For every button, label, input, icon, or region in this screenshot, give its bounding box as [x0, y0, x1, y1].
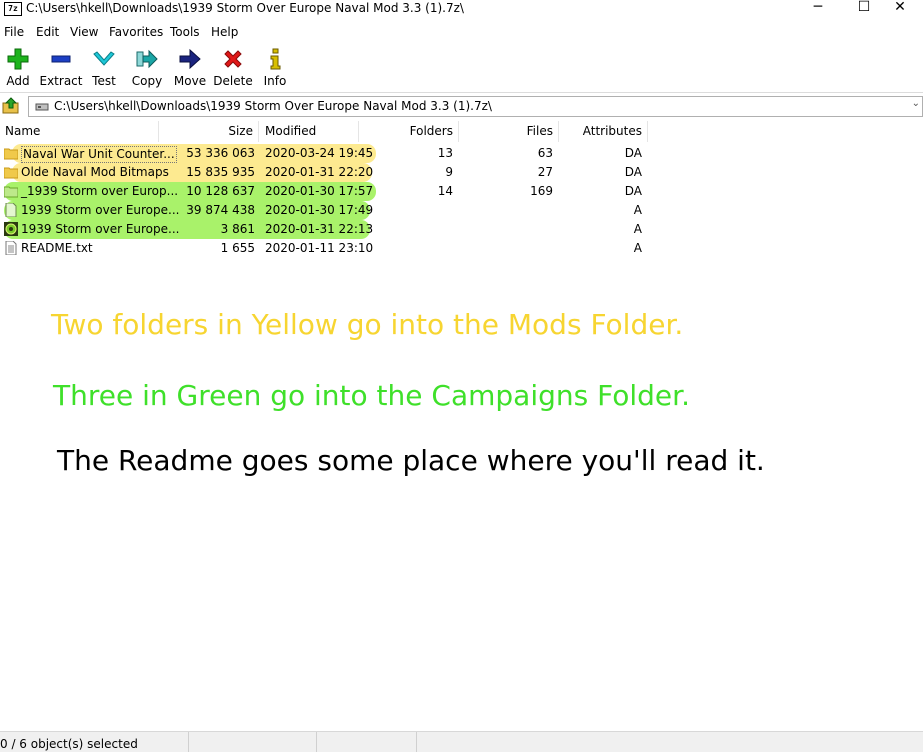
row-attributes: A	[633, 203, 642, 217]
row-files: 169	[530, 184, 553, 198]
readme-note: The Readme goes some place where you'll …	[57, 444, 765, 477]
row-folders: 9	[445, 165, 453, 179]
row-modified: 2020-03-24 19:45	[265, 146, 374, 160]
folder-icon	[4, 148, 18, 160]
scenario-icon	[4, 222, 18, 236]
copy-button[interactable]: Copy	[125, 46, 169, 90]
column-files[interactable]: Files	[459, 121, 559, 142]
plus-icon	[7, 48, 29, 70]
row-name: _1939 Storm over Europ...	[21, 184, 179, 198]
text-file-icon	[5, 241, 17, 255]
folder-icon	[4, 167, 18, 179]
table-row[interactable]: 1939 Storm over Europe... 3 861 2020-01-…	[0, 220, 660, 239]
row-files: 63	[537, 146, 553, 160]
row-attributes: DA	[624, 146, 642, 160]
column-name[interactable]: Name	[0, 121, 159, 142]
move-label: Move	[173, 74, 207, 88]
add-label: Add	[6, 74, 30, 88]
folder-icon	[4, 186, 18, 198]
archive-drive-icon	[35, 103, 49, 111]
menu-help[interactable]: Help	[211, 25, 238, 39]
move-button[interactable]: Move	[168, 46, 212, 90]
check-icon	[93, 51, 115, 66]
close-button[interactable]: ✕	[877, 0, 923, 22]
menu-tools[interactable]: Tools	[170, 25, 200, 39]
row-modified: 2020-01-31 22:20	[265, 165, 374, 179]
row-modified: 2020-01-30 17:57	[265, 184, 374, 198]
row-attributes: A	[633, 222, 642, 236]
minus-icon	[51, 55, 71, 63]
row-attributes: A	[633, 241, 642, 255]
row-size: 1 655	[220, 241, 255, 255]
row-size: 39 874 438	[186, 203, 255, 217]
list-header: Name Size Modified Folders Files Attribu…	[0, 121, 923, 142]
row-files: 27	[537, 165, 553, 179]
file-icon	[5, 203, 17, 217]
table-row[interactable]: Olde Naval Mod Bitmaps 15 835 935 2020-0…	[0, 163, 660, 182]
row-name: Naval War Unit Counter...	[21, 146, 177, 163]
info-icon	[270, 48, 281, 70]
menu-file[interactable]: File	[4, 25, 24, 39]
address-row: C:\Users\hkell\Downloads\1939 Storm Over…	[0, 94, 923, 118]
table-row[interactable]: Naval War Unit Counter... 53 336 063 202…	[0, 144, 660, 163]
menu-edit[interactable]: Edit	[36, 25, 59, 39]
status-selection-text: 0 / 6 object(s) selected	[0, 737, 138, 751]
menu-view[interactable]: View	[70, 25, 98, 39]
row-folders: 13	[437, 146, 453, 160]
status-bar: 0 / 6 object(s) selected	[0, 731, 923, 752]
delete-button[interactable]: Delete	[211, 46, 255, 90]
row-modified: 2020-01-30 17:49	[265, 203, 374, 217]
minimize-button[interactable]: ─	[795, 0, 841, 22]
row-name: 1939 Storm over Europe...	[21, 203, 180, 217]
info-label: Info	[263, 74, 287, 88]
row-attributes: DA	[624, 165, 642, 179]
row-size: 3 861	[220, 222, 255, 236]
window-title: C:\Users\hkell\Downloads\1939 Storm Over…	[26, 1, 464, 15]
toolbar: Add Extract Test Copy Move Delete Info	[0, 42, 923, 93]
column-modified[interactable]: Modified	[259, 121, 359, 142]
row-modified: 2020-01-11 23:10	[265, 241, 374, 255]
yellow-note: Two folders in Yellow go into the Mods F…	[51, 308, 684, 341]
column-attributes[interactable]: Attributes	[559, 121, 648, 142]
green-note: Three in Green go into the Campaigns Fol…	[53, 379, 690, 412]
title-bar: 7z C:\Users\hkell\Downloads\1939 Storm O…	[0, 0, 923, 22]
row-attributes: DA	[624, 184, 642, 198]
copy-label: Copy	[131, 74, 163, 88]
row-size: 10 128 637	[186, 184, 255, 198]
row-size: 53 336 063	[186, 146, 255, 160]
address-path: C:\Users\hkell\Downloads\1939 Storm Over…	[54, 99, 492, 113]
column-folders[interactable]: Folders	[359, 121, 459, 142]
row-folders: 14	[437, 184, 453, 198]
row-name: Olde Naval Mod Bitmaps	[21, 165, 169, 179]
delete-x-icon	[224, 50, 242, 68]
move-arrow-icon	[179, 48, 201, 70]
status-selection: 0 / 6 object(s) selected	[0, 732, 189, 752]
test-button[interactable]: Test	[82, 46, 126, 90]
column-size[interactable]: Size	[159, 121, 259, 142]
copy-arrow-icon	[136, 49, 158, 69]
extract-button[interactable]: Extract	[39, 46, 83, 90]
app-icon: 7z	[4, 2, 22, 16]
address-bar[interactable]: C:\Users\hkell\Downloads\1939 Storm Over…	[28, 96, 923, 117]
menu-favorites[interactable]: Favorites	[109, 25, 163, 39]
menu-bar: File Edit View Favorites Tools Help	[0, 23, 923, 41]
delete-label: Delete	[213, 74, 253, 88]
table-row[interactable]: 1939 Storm over Europe... 39 874 438 202…	[0, 201, 660, 220]
add-button[interactable]: Add	[0, 46, 40, 90]
row-modified: 2020-01-31 22:13	[265, 222, 374, 236]
folder-up-icon[interactable]	[2, 97, 20, 115]
row-size: 15 835 935	[186, 165, 255, 179]
info-button[interactable]: Info	[253, 46, 297, 90]
row-name: 1939 Storm over Europe...	[21, 222, 180, 236]
table-row[interactable]: _1939 Storm over Europ... 10 128 637 202…	[0, 182, 660, 201]
test-label: Test	[92, 74, 116, 88]
status-segment	[316, 732, 417, 752]
chevron-down-icon[interactable]: ⌄	[912, 98, 920, 109]
status-segment	[188, 732, 317, 752]
extract-label: Extract	[39, 74, 83, 88]
table-row[interactable]: README.txt 1 655 2020-01-11 23:10 A	[0, 239, 660, 258]
row-name: README.txt	[21, 241, 93, 255]
